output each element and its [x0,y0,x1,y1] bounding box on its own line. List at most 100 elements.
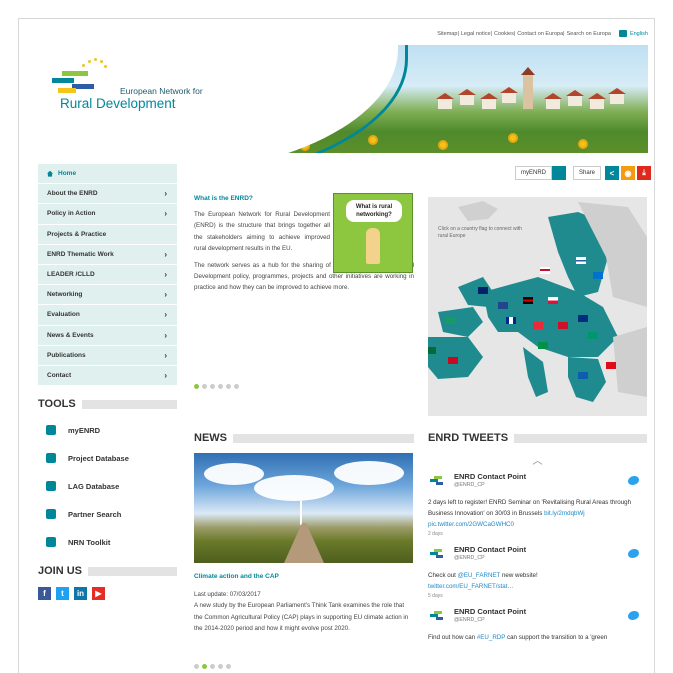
tools-section: TOOLS myENRD Project Database LAG Databa… [38,398,177,556]
join-us-section: JOIN US f t in ▶ [38,565,177,600]
nav-item-about[interactable]: About the ENRD › [38,184,177,205]
nav-item-home[interactable]: Home [38,164,177,185]
tool-label: Project Database [68,453,129,463]
nav-item-thematic[interactable]: ENRD Thematic Work › [38,244,177,265]
legal-notice-link[interactable]: Legal notice [461,31,491,37]
tweet-body: can support the transition to a 'green [505,634,608,641]
tweet-link[interactable]: twitter.com/EU_FARNET/stat… [428,583,514,590]
tool-lag-database[interactable]: LAG Database [38,472,177,500]
tools-heading-text: TOOLS [38,398,76,410]
chevron-right-icon: › [164,350,167,360]
twitter-icon[interactable]: t [56,587,69,600]
tweet-author[interactable]: ENRD Contact Point [454,545,526,554]
carousel-dot[interactable] [226,384,231,389]
enrd-logo[interactable] [52,58,110,96]
carousel-dot[interactable] [202,664,207,669]
cookies-link[interactable]: Cookies [494,31,514,37]
news-image[interactable] [194,453,413,563]
cartoon-bubble: What is rural networking? [346,200,402,222]
pdf-icon[interactable]: ⤓ [637,166,651,180]
brand-line-2: Rural Development [60,96,176,111]
village-illustration [428,67,628,109]
news-body: A new study by the European Parliament's… [194,602,409,632]
tool-partner-search[interactable]: Partner Search [38,500,177,528]
cartoon-person [366,228,380,264]
nav-item-projects[interactable]: Projects & Practice [38,224,177,245]
sitemap-link[interactable]: Sitemap [437,31,457,37]
rss-icon[interactable]: ◉ [621,166,635,180]
tool-myenrd[interactable]: myENRD [38,416,177,444]
carousel-dot[interactable] [194,384,199,389]
avatar[interactable] [430,548,444,560]
page-toolbar: myENRD Share < ◉ ⤓ [514,166,651,180]
tool-nrn-toolkit[interactable]: NRN Toolkit [38,528,177,556]
map-hint: Click on a country flag to connect with … [438,226,522,239]
heading-rule [81,399,177,409]
carousel-dot[interactable] [194,664,199,669]
tweet-mention[interactable]: #EU_RDP [477,634,505,641]
scroll-up-icon[interactable]: ︿ [428,452,647,467]
tweet-age: 2 days [428,531,443,537]
tweet-body: 2 days left to register! ENRD Seminar on… [428,499,632,517]
heading-rule [88,566,177,576]
nav-item-networking[interactable]: Networking › [38,285,177,306]
nav-item-publications[interactable]: Publications › [38,345,177,366]
lock-icon[interactable] [551,166,566,180]
news-item-title[interactable]: Climate action and the CAP [194,573,414,580]
tool-project-database[interactable]: Project Database [38,444,177,472]
separator: | [513,30,516,37]
carousel-dot[interactable] [202,384,207,389]
nav-label: Networking [47,291,83,299]
nav-label: Home [58,170,77,178]
facebook-icon[interactable]: f [38,587,51,600]
news-heading: NEWS [194,432,414,444]
carousel-dot[interactable] [234,384,239,389]
share-icon[interactable]: < [605,166,619,180]
myenrd-button[interactable]: myENRD [514,166,552,180]
nav-item-news-events[interactable]: News & Events › [38,325,177,346]
tweet-handle: @ENRD_CP [454,617,485,623]
separator: | [490,30,492,37]
carousel-dot[interactable] [218,664,223,669]
twitter-bird-icon[interactable] [628,611,639,620]
chevron-right-icon: › [164,330,167,340]
avatar[interactable] [430,610,444,622]
nav-item-evaluation[interactable]: Evaluation › [38,305,177,326]
tweet-age: 5 days [428,593,443,599]
language-icon [618,30,627,37]
youtube-icon[interactable]: ▶ [92,587,105,600]
handshake-icon [46,509,56,519]
carousel-dot[interactable] [218,384,223,389]
twitter-bird-icon[interactable] [628,549,639,558]
nav-item-contact[interactable]: Contact › [38,365,177,387]
carousel-dot[interactable] [210,664,215,669]
tweet-author[interactable]: ENRD Contact Point [454,472,526,481]
carousel-dot[interactable] [226,664,231,669]
tweets-heading: ENRD TWEETS [428,432,647,444]
rural-networking-cartoon[interactable]: What is rural networking? [333,193,413,273]
avatar[interactable] [430,475,444,487]
join-heading: JOIN US [38,565,177,577]
nav-label: News & Events [47,331,94,339]
tool-label: NRN Toolkit [68,537,111,547]
europe-map[interactable]: Click on a country flag to connect with … [428,197,647,416]
tweet-mention[interactable]: @EU_FARNET [458,572,501,579]
nav-item-leader[interactable]: LEADER /CLLD › [38,264,177,286]
tweet-handle: @ENRD_CP [454,555,485,561]
search-europa-link[interactable]: Search on Europa [567,31,611,37]
carousel-dot[interactable] [210,384,215,389]
twitter-bird-icon[interactable] [628,476,639,485]
tweet-body: Find out how can [428,634,476,641]
language-selector[interactable]: English [618,30,648,37]
tweets-section: ENRD TWEETS ︿ ENRD Contact Point @ENRD_CP… [428,432,647,643]
news-heading-text: NEWS [194,432,227,444]
chevron-right-icon: › [164,249,167,259]
tool-label: LAG Database [68,481,120,491]
nav-label: Policy in Action [47,210,96,218]
linkedin-icon[interactable]: in [74,587,87,600]
contact-europa-link[interactable]: Contact on Europa [517,31,563,37]
lock-icon [46,425,56,435]
nav-item-policy[interactable]: Policy in Action › [38,204,177,225]
tweet-author[interactable]: ENRD Contact Point [454,607,526,616]
tweet-text: Check out @EU_FARNET new website! twitter… [428,570,647,592]
